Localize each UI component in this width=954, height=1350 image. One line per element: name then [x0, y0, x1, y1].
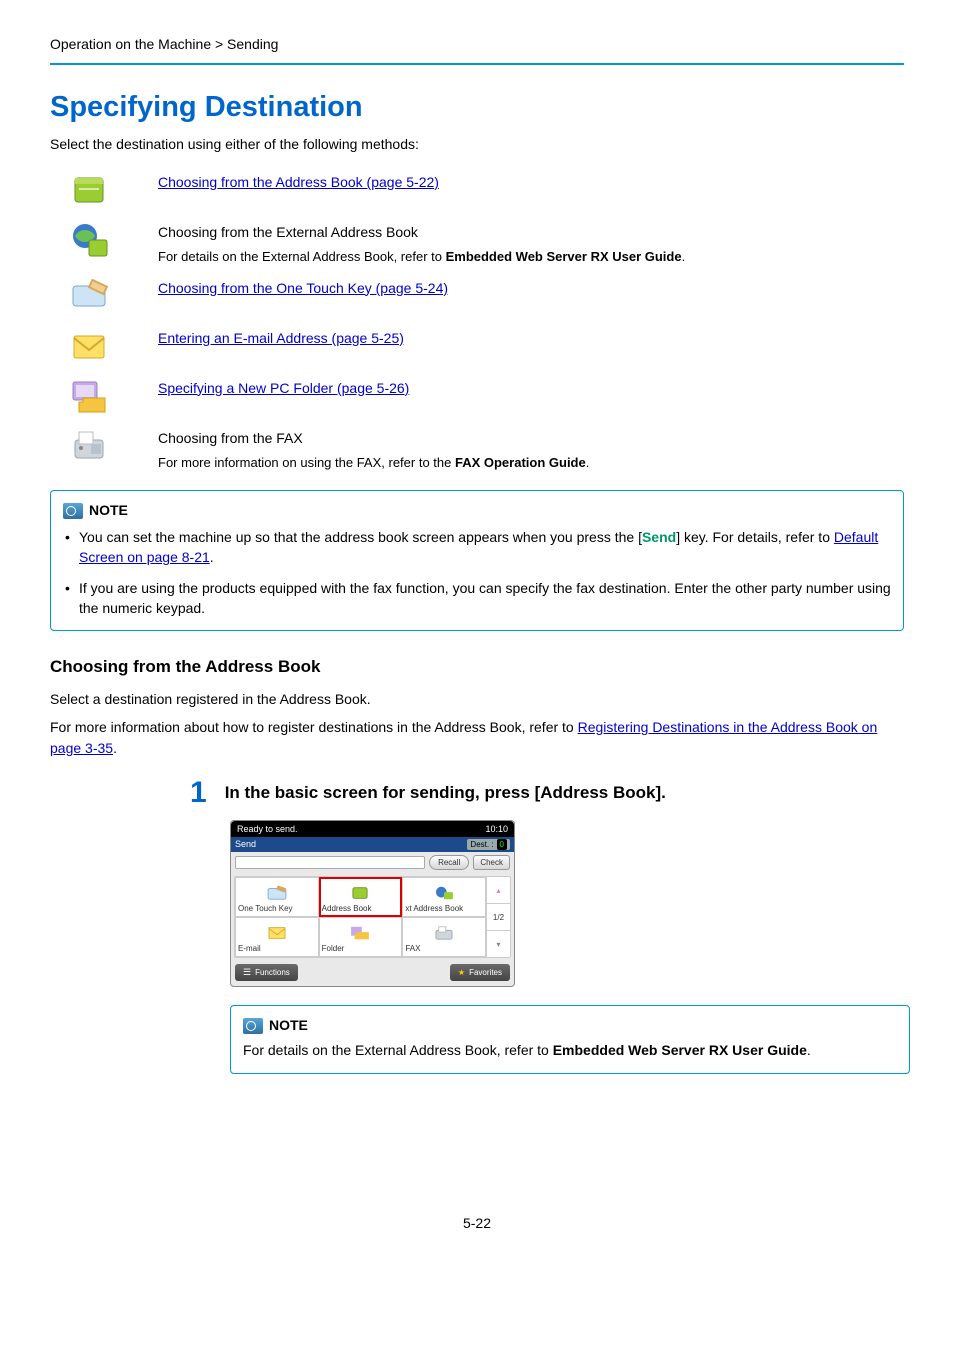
method-one-touch: Choosing from the One Touch Key (page 5-… [50, 271, 904, 321]
method-email: Entering an E-mail Address (page 5-25) [50, 321, 904, 371]
panel-status: Ready to send. [237, 823, 298, 836]
pc-folder-icon [68, 375, 110, 417]
cell-fax[interactable]: FAX [402, 917, 486, 957]
globe-address-book-icon [68, 219, 110, 261]
note-box-1: NOTE You can set the machine up so that … [50, 490, 904, 631]
section-p1: Select a destination registered in the A… [50, 689, 904, 709]
link-one-touch[interactable]: Choosing from the One Touch Key (page 5-… [158, 280, 448, 296]
note-icon [243, 1018, 263, 1034]
page-indicator: 1/2 [487, 904, 510, 931]
note-icon [63, 503, 83, 519]
panel-subheader: Send Dest. : 0 [231, 837, 514, 852]
fax-icon [68, 425, 110, 467]
step-text: In the basic screen for sending, press [… [225, 781, 666, 805]
page-title: Specifying Destination [50, 87, 904, 128]
method-external-address-book: Choosing from the External Address Book … [50, 215, 904, 271]
cell-one-touch[interactable]: One Touch Key [235, 877, 319, 917]
page-number: 5-22 [50, 1214, 904, 1234]
link-address-book[interactable]: Choosing from the Address Book (page 5-2… [158, 174, 439, 190]
dest-count: 0 [497, 839, 507, 850]
page-down[interactable]: ▾ [487, 931, 510, 957]
favorites-button[interactable]: ★Favorites [450, 964, 510, 981]
recall-button[interactable]: Recall [429, 855, 469, 870]
external-detail: For details on the External Address Book… [158, 248, 685, 266]
link-email[interactable]: Entering an E-mail Address (page 5-25) [158, 330, 404, 346]
step-number: 1 [190, 778, 207, 808]
cell-folder[interactable]: Folder [319, 917, 403, 957]
method-address-book: Choosing from the Address Book (page 5-2… [50, 165, 904, 215]
panel-time: 10:10 [485, 823, 508, 836]
panel-header: Ready to send. 10:10 [231, 821, 514, 838]
section-heading: Choosing from the Address Book [50, 655, 904, 679]
cell-ext-address-book[interactable]: xt Address Book [402, 877, 486, 917]
check-button[interactable]: Check [473, 855, 510, 870]
note-label: NOTE [63, 501, 891, 521]
panel-mode: Send [235, 838, 256, 851]
cell-email[interactable]: E-mail [235, 917, 319, 957]
method-fax: Choosing from the FAX For more informati… [50, 421, 904, 477]
address-book-icon [68, 169, 110, 211]
destination-field[interactable] [235, 856, 425, 869]
dest-chip: Dest. : 0 [467, 839, 510, 850]
note1-item1: You can set the machine up so that the a… [63, 527, 891, 568]
fax-detail: For more information on using the FAX, r… [158, 454, 589, 472]
panel-recall-row: Recall Check [231, 852, 514, 873]
external-heading: Choosing from the External Address Book [158, 223, 685, 243]
destination-methods: Choosing from the Address Book (page 5-2… [50, 165, 904, 477]
one-touch-icon [68, 275, 110, 317]
step-1: 1 In the basic screen for sending, press… [190, 778, 904, 808]
fax-heading: Choosing from the FAX [158, 429, 589, 449]
intro-text: Select the destination using either of t… [50, 135, 904, 155]
touch-panel-screenshot: Ready to send. 10:10 Send Dest. : 0 Reca… [230, 820, 515, 987]
breadcrumb: Operation on the Machine > Sending [50, 35, 904, 65]
panel-footer: ☰Functions ★Favorites [231, 961, 514, 986]
note-label-2: NOTE [243, 1016, 897, 1036]
cell-address-book[interactable]: Address Book [319, 877, 403, 917]
page-up[interactable]: ▴ [487, 877, 510, 904]
note-box-2: NOTE For details on the External Address… [230, 1005, 910, 1074]
functions-button[interactable]: ☰Functions [235, 964, 298, 981]
pager: ▴ 1/2 ▾ [486, 877, 510, 957]
method-pc-folder: Specifying a New PC Folder (page 5-26) [50, 371, 904, 421]
link-pc-folder[interactable]: Specifying a New PC Folder (page 5-26) [158, 380, 409, 396]
panel-grid: One Touch Key Address Book xt Address Bo… [234, 876, 511, 958]
send-key-text: Send [642, 529, 676, 545]
section-p2: For more information about how to regist… [50, 717, 904, 758]
note2-text: For details on the External Address Book… [243, 1041, 897, 1061]
email-icon [68, 325, 110, 367]
note1-item2: If you are using the products equipped w… [63, 578, 891, 619]
